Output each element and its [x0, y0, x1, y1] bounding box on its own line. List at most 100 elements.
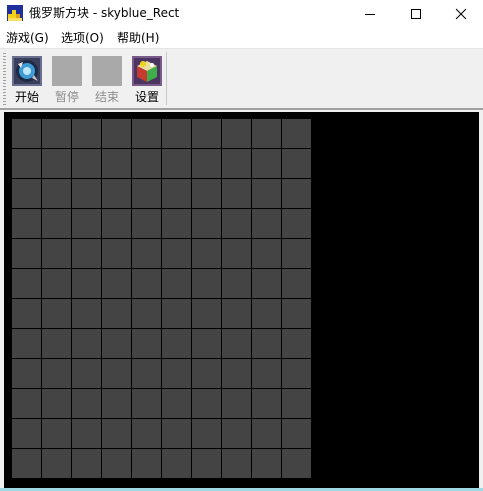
stop-button[interactable]: 结束 — [87, 52, 127, 106]
board-cell — [252, 449, 282, 479]
settings-button[interactable]: 设置 — [127, 52, 167, 106]
board-cell — [162, 269, 192, 299]
board-cell — [162, 179, 192, 209]
board-cell — [132, 359, 162, 389]
board-cell — [102, 149, 132, 179]
board-cell — [102, 239, 132, 269]
window-title: 俄罗斯方块 - skyblue_Rect — [29, 6, 180, 20]
board-cell — [42, 299, 72, 329]
toolbar: 开始 暂停 结束 设置 — [0, 49, 483, 108]
board-cell — [192, 299, 222, 329]
board-cell — [72, 269, 102, 299]
board-cell — [12, 209, 42, 239]
start-button[interactable]: 开始 — [7, 52, 47, 106]
board-cell — [72, 119, 102, 149]
close-button[interactable] — [438, 0, 483, 27]
board-cell — [132, 389, 162, 419]
board-cell — [162, 449, 192, 479]
board-cell — [222, 449, 252, 479]
board-cell — [192, 149, 222, 179]
board-cell — [192, 359, 222, 389]
board-cell — [12, 119, 42, 149]
board-cell — [252, 239, 282, 269]
settings-label: 设置 — [134, 90, 159, 104]
board-cell — [42, 239, 72, 269]
board-cell — [72, 299, 102, 329]
board-cell — [42, 149, 72, 179]
board-cell — [282, 449, 312, 479]
board-cell — [282, 149, 312, 179]
board-cell — [72, 239, 102, 269]
menu-help[interactable]: 帮助(H) — [117, 30, 159, 46]
board-cell — [192, 239, 222, 269]
title-bar[interactable]: 俄罗斯方块 - skyblue_Rect — [0, 0, 483, 27]
board-cell — [132, 329, 162, 359]
board-cell — [102, 269, 132, 299]
board-cell — [282, 179, 312, 209]
board-cell — [252, 299, 282, 329]
board-cell — [72, 359, 102, 389]
board-cell — [42, 119, 72, 149]
board-cell — [252, 149, 282, 179]
board-cell — [42, 359, 72, 389]
start-icon — [12, 56, 42, 86]
board-cell — [192, 209, 222, 239]
board-cell — [282, 119, 312, 149]
pause-icon — [52, 56, 82, 86]
board-cell — [222, 209, 252, 239]
board-cell — [162, 239, 192, 269]
board-cell — [222, 359, 252, 389]
board-cell — [252, 389, 282, 419]
tetris-app-icon[interactable] — [7, 5, 23, 21]
tetris-board[interactable] — [12, 119, 312, 479]
board-cell — [12, 269, 42, 299]
board-cell — [12, 299, 42, 329]
board-cell — [192, 419, 222, 449]
board-cell — [132, 449, 162, 479]
board-cell — [222, 149, 252, 179]
main-window: 俄罗斯方块 - skyblue_Rect 游戏(G) 选项(O) 帮助(H) 开… — [0, 0, 483, 491]
board-cell — [72, 149, 102, 179]
board-cell — [102, 449, 132, 479]
toolbar-grip[interactable] — [3, 53, 6, 105]
board-cell — [162, 419, 192, 449]
board-cell — [222, 329, 252, 359]
board-cell — [252, 359, 282, 389]
board-cell — [282, 299, 312, 329]
board-cell — [72, 389, 102, 419]
board-cell — [42, 209, 72, 239]
board-cell — [222, 389, 252, 419]
board-cell — [102, 329, 132, 359]
start-label: 开始 — [14, 90, 39, 104]
board-cell — [222, 119, 252, 149]
board-cell — [12, 359, 42, 389]
board-cell — [72, 449, 102, 479]
board-cell — [72, 209, 102, 239]
board-cell — [42, 269, 72, 299]
pause-button[interactable]: 暂停 — [47, 52, 87, 106]
board-cell — [282, 359, 312, 389]
pause-label: 暂停 — [54, 90, 79, 104]
board-cell — [12, 149, 42, 179]
board-cell — [222, 269, 252, 299]
settings-icon — [132, 56, 162, 86]
board-cell — [102, 209, 132, 239]
menu-options[interactable]: 选项(O) — [61, 30, 104, 46]
board-cell — [252, 419, 282, 449]
board-cell — [282, 209, 312, 239]
board-cell — [72, 329, 102, 359]
maximize-button[interactable] — [393, 0, 439, 27]
board-cell — [132, 299, 162, 329]
board-cell — [132, 269, 162, 299]
board-cell — [192, 449, 222, 479]
board-cell — [252, 329, 282, 359]
board-cell — [162, 359, 192, 389]
board-cell — [132, 179, 162, 209]
stop-label: 结束 — [94, 90, 119, 104]
board-cell — [72, 179, 102, 209]
close-icon — [455, 8, 467, 19]
menu-game[interactable]: 游戏(G) — [6, 30, 49, 46]
minimize-button[interactable] — [347, 0, 393, 27]
board-cell — [102, 179, 132, 209]
board-cell — [192, 329, 222, 359]
